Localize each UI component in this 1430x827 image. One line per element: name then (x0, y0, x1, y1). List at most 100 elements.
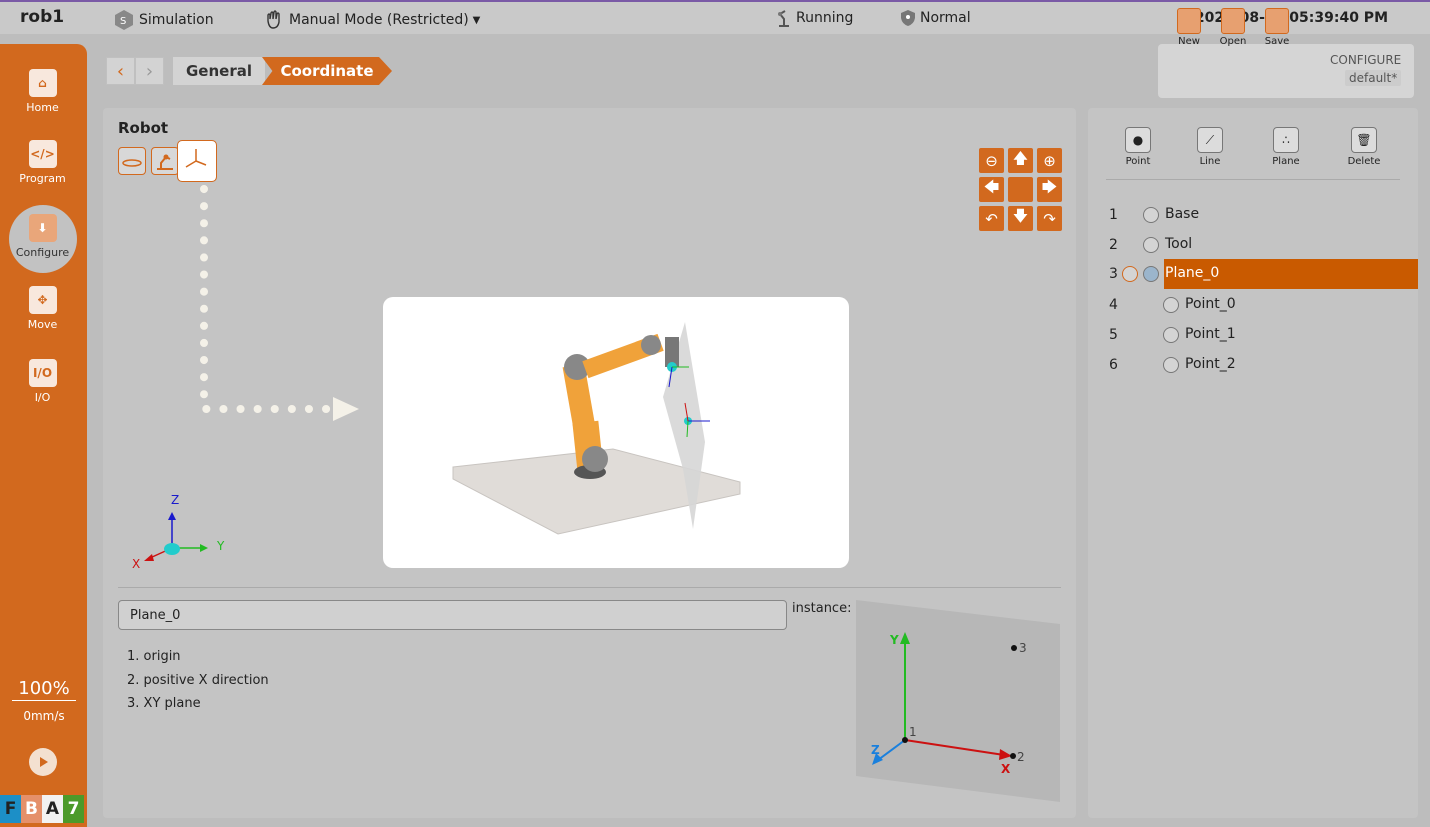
arrow-up-icon: 🡅 (1012, 149, 1029, 167)
sidebar-item-label: Program (19, 172, 66, 185)
point-node-icon (1163, 327, 1179, 343)
step-1: 1. origin (127, 649, 181, 664)
svg-text:S: S (120, 16, 126, 27)
save-label: Save (1264, 36, 1290, 47)
instance-axis-z: Z (871, 743, 880, 757)
status-boxes: F B A 7 (0, 795, 84, 823)
pan-down-button[interactable]: 🡇 (1008, 206, 1033, 231)
sidebar-item-move[interactable]: ✥ Move (0, 286, 85, 331)
io-icon: I/O (28, 359, 57, 387)
save-icon (1265, 8, 1289, 34)
rotate-right-icon: ↷ (1043, 209, 1056, 228)
play-icon (40, 757, 48, 767)
line-label: Line (1199, 156, 1221, 167)
back-button[interactable]: ‹ (106, 57, 135, 85)
new-button[interactable]: New (1171, 8, 1207, 47)
folder-icon (1221, 8, 1245, 34)
tree-item-label: Point_1 (1185, 326, 1236, 342)
breadcrumb-coordinate[interactable]: Coordinate (262, 57, 392, 85)
rotate-left-button[interactable]: ↶ (979, 206, 1004, 231)
sidebar-item-label: Move (27, 318, 58, 331)
point-node-icon (1163, 297, 1179, 313)
tree-item-plane-0[interactable]: 3 Plane_0 (1100, 259, 1418, 289)
plane-label: Plane (1272, 156, 1300, 167)
status-7: 7 (63, 795, 84, 823)
simulation-label: Simulation (139, 12, 214, 28)
delete-button[interactable]: 🗑 Delete (1339, 127, 1389, 167)
center-button[interactable] (1008, 177, 1033, 202)
point-label: Point (1125, 156, 1151, 167)
tree-item-label: Tool (1165, 236, 1193, 252)
open-button[interactable]: Open (1215, 8, 1251, 47)
page-title: Robot (118, 119, 169, 137)
chevron-down-icon: ▼ (472, 14, 481, 26)
tree-item-point-1[interactable]: 5 Point_1 (1100, 320, 1418, 350)
save-button[interactable]: Save (1259, 8, 1295, 47)
move-icon: ✥ (28, 286, 57, 314)
instance-axis-y: Y (889, 633, 899, 647)
forward-button[interactable]: › (135, 57, 164, 85)
add-line-button[interactable]: ⟋ Line (1185, 127, 1235, 167)
base-icon (1143, 207, 1159, 223)
sidebar-item-home[interactable]: ⌂ Home (0, 69, 85, 114)
shield-icon (901, 10, 915, 26)
manual-mode-dropdown[interactable]: Manual Mode (Restricted) ▼ (263, 9, 480, 31)
configure-value: default* (1345, 70, 1402, 86)
play-button[interactable] (29, 748, 57, 776)
view-coordinate-button[interactable] (177, 140, 217, 182)
tree-item-number: 2 (1109, 237, 1118, 253)
instance-diagram: 1 2 3 Y X Z (856, 600, 1060, 802)
status-b: B (21, 795, 42, 823)
tree-item-point-0[interactable]: 4 Point_0 (1100, 290, 1418, 320)
configure-label: CONFIGURE (1330, 53, 1402, 67)
add-plane-button[interactable]: ∴ Plane (1261, 127, 1311, 167)
axis-x-label: X (132, 557, 140, 571)
instance-axis-x: X (1001, 762, 1011, 776)
zoom-out-button[interactable]: ⊖ (979, 148, 1004, 173)
pan-up-button[interactable]: 🡅 (1008, 148, 1033, 173)
sidebar-item-program[interactable]: </> Program (0, 140, 85, 185)
collapse-icon[interactable] (1122, 266, 1138, 282)
arrow-left-icon: 🡄 (983, 178, 1000, 196)
axis-z-label: Z (171, 493, 179, 507)
pan-right-button[interactable]: 🡆 (1037, 177, 1062, 202)
speed-percent: 100% (12, 678, 76, 701)
plane-name-field[interactable] (118, 600, 787, 630)
3d-viewport[interactable] (383, 297, 849, 568)
arrow-right-icon: 🡆 (1041, 178, 1058, 196)
tree-item-label: Point_0 (1185, 296, 1236, 312)
zoom-out-icon: ⊖ (985, 151, 998, 170)
chevron-left-icon: ‹ (116, 60, 125, 82)
point-icon: ● (1125, 127, 1151, 153)
zoom-in-button[interactable]: ⊕ (1037, 148, 1062, 173)
breadcrumb-general[interactable]: General (173, 57, 265, 85)
tree-item-point-2[interactable]: 6 Point_2 (1100, 350, 1418, 380)
view-robot-button[interactable] (151, 147, 179, 175)
divider (118, 587, 1061, 588)
running-label: Running (796, 10, 854, 26)
sidebar-item-configure[interactable]: ⬇ Configure (0, 205, 85, 273)
arrow-down-icon: 🡇 (1012, 207, 1029, 225)
add-point-button[interactable]: ● Point (1113, 127, 1163, 167)
base-view-icon (122, 159, 142, 167)
sidebar-item-io[interactable]: I/O I/O (0, 359, 85, 404)
manual-mode-label: Manual Mode (Restricted) (289, 12, 469, 28)
robot-scene (452, 322, 741, 535)
tree-item-tool[interactable]: 2 Tool (1100, 230, 1418, 260)
home-icon: ⌂ (28, 69, 57, 97)
tree-item-number: 5 (1109, 327, 1118, 343)
running-status: Running (776, 9, 853, 27)
speed-indicator[interactable]: 100% 0mm/s (12, 678, 76, 723)
tree-item-base[interactable]: 1 Base (1100, 200, 1418, 230)
status-f: F (0, 795, 21, 823)
view-base-button[interactable] (118, 147, 146, 175)
robot-name: rob1 (20, 7, 65, 27)
pan-left-button[interactable]: 🡄 (979, 177, 1004, 202)
code-icon: </> (28, 140, 57, 168)
guide-arrow (200, 185, 359, 421)
world-axes: Z Y X (132, 493, 225, 571)
instance-point-2: 2 (1017, 750, 1025, 764)
simulation-indicator[interactable]: S Simulation (113, 9, 214, 31)
rotate-right-button[interactable]: ↷ (1037, 206, 1062, 231)
tree-item-label: Point_2 (1185, 356, 1236, 372)
